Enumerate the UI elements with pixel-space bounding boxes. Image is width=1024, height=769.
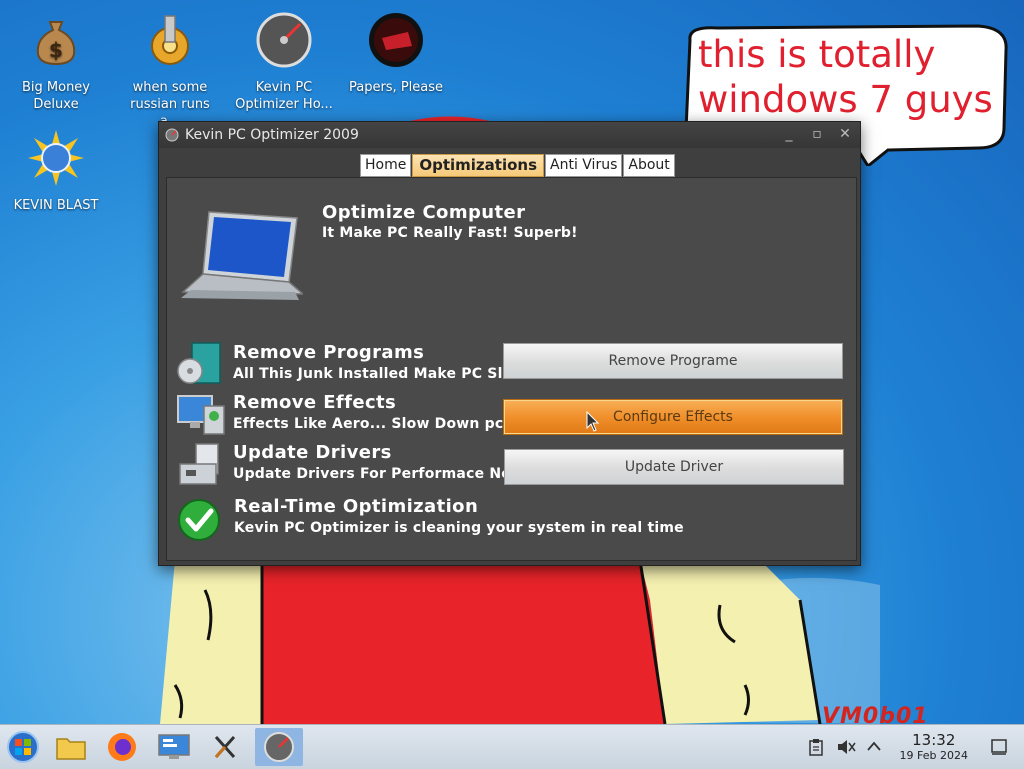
tab-optimizations[interactable]: Optimizations	[412, 154, 544, 177]
software-box-icon	[177, 342, 221, 384]
firefox-icon	[108, 733, 136, 761]
speedometer-icon	[256, 12, 312, 68]
desktop-icon-big-money-deluxe[interactable]: $ Big Money Deluxe	[4, 12, 108, 113]
chevron-up-icon[interactable]	[866, 740, 882, 752]
tab-anti-virus[interactable]: Anti Virus	[545, 154, 623, 177]
update-driver-button[interactable]: Update Driver	[504, 449, 844, 485]
start-orb-icon	[7, 731, 39, 763]
taskbar: 13:32 19 Feb 2024	[0, 724, 1024, 769]
svg-text:$: $	[49, 38, 63, 62]
window-title: Kevin PC Optimizer 2009	[185, 127, 359, 143]
desktop-icon-kevin-blast[interactable]: KEVIN BLAST	[4, 130, 108, 214]
clipboard-icon[interactable]	[808, 738, 824, 756]
taskbar-kevin-optimizer[interactable]	[255, 728, 303, 766]
desktop-icon-label: Kevin PC	[255, 80, 313, 95]
desktop-icon-kevin-pc-optimizer[interactable]: Kevin PC Optimizer Ho...	[232, 12, 336, 113]
window-controls: _ ▫ ✕	[782, 126, 852, 142]
close-button[interactable]: ✕	[838, 126, 852, 142]
volume-muted-icon[interactable]	[836, 738, 856, 756]
gear-icon	[151, 15, 189, 65]
speech-bubble-text: this is totally windows 7 guys	[698, 32, 1018, 122]
desktop-icon-papers-please[interactable]: Papers, Please	[344, 12, 448, 96]
desktop-icon-label: Big Money	[21, 80, 90, 95]
laptop-icon	[181, 211, 303, 300]
taskbar-control-panel[interactable]	[154, 728, 194, 766]
clock-time: 13:32	[912, 731, 956, 749]
control-panel-icon	[158, 734, 190, 759]
update-drivers-desc-clip: Update Drivers For Performace Now!	[233, 466, 505, 486]
remove-programs-title: Remove Programs	[233, 342, 425, 363]
tab-bar: Home Optimizations Anti Virus About	[360, 154, 676, 177]
desktop-icon-russian[interactable]: when some russian runs a...	[118, 12, 222, 130]
remove-programs-desc-clip: All This Junk Installed Make PC Slow.	[233, 366, 505, 386]
realtime-title: Real-Time Optimization	[234, 496, 479, 517]
checkmark-icon	[178, 499, 220, 541]
desktop-icon-label: Papers, Please	[348, 80, 444, 95]
clock-date: 19 Feb 2024	[899, 749, 968, 762]
desktop-icon-label: when some	[132, 80, 208, 95]
remove-programs-desc: All This Junk Installed Make PC Slow.	[233, 366, 505, 382]
money-bag-icon: $	[36, 21, 76, 66]
desktop-icon-label: KEVIN BLAST	[13, 198, 99, 213]
desktop-icon-label: Optimizer Ho...	[235, 97, 333, 112]
kevin-optimizer-icon	[264, 732, 294, 762]
speech-line: windows 7 guys	[698, 78, 993, 121]
realtime-desc: Kevin PC Optimizer is cleaning your syst…	[234, 520, 684, 536]
remove-programs-button[interactable]: Remove Programe	[503, 343, 843, 379]
papers-please-icon	[369, 13, 423, 67]
header-subtitle: It Make PC Really Fast! Superb!	[322, 225, 578, 241]
optimizer-window: Kevin PC Optimizer 2009 _ ▫ ✕ Home Optim…	[158, 121, 861, 566]
desktop-icon-label: Deluxe	[33, 97, 79, 112]
tab-home[interactable]: Home	[360, 154, 412, 177]
tab-about[interactable]: About	[623, 154, 675, 177]
configure-effects-button[interactable]: Configure Effects	[503, 399, 843, 435]
minimize-button[interactable]: _	[782, 126, 796, 142]
x-app-icon	[214, 735, 236, 759]
update-drivers-title: Update Drivers	[233, 442, 392, 463]
sun-globe-icon	[28, 130, 84, 186]
speech-line: this is totally	[698, 33, 936, 76]
header-title: Optimize Computer	[322, 202, 526, 223]
remove-effects-title: Remove Effects	[233, 392, 397, 413]
hardware-icon	[179, 443, 219, 485]
title-bar[interactable]: Kevin PC Optimizer 2009 _ ▫ ✕	[159, 122, 860, 148]
file-explorer-icon	[56, 738, 86, 760]
display-settings-icon	[177, 395, 225, 435]
taskbar-file-explorer[interactable]	[51, 728, 91, 766]
taskbar-x-app[interactable]	[205, 728, 245, 766]
clock[interactable]: 13:32 19 Feb 2024	[900, 732, 968, 763]
mouse-cursor-icon	[586, 411, 600, 432]
show-desktop-icon[interactable]	[990, 738, 1008, 756]
taskbar-firefox[interactable]	[102, 728, 142, 766]
remove-effects-desc: Effects Like Aero... Slow Down pc.	[233, 416, 509, 432]
maximize-button[interactable]: ▫	[810, 126, 824, 142]
watermark: VM0b01	[822, 704, 929, 724]
app-icon	[165, 128, 179, 142]
optimizations-panel: Optimize Computer It Make PC Really Fast…	[166, 177, 857, 561]
start-button[interactable]	[3, 728, 43, 766]
update-drivers-desc: Update Drivers For Performace Now!	[233, 466, 505, 482]
